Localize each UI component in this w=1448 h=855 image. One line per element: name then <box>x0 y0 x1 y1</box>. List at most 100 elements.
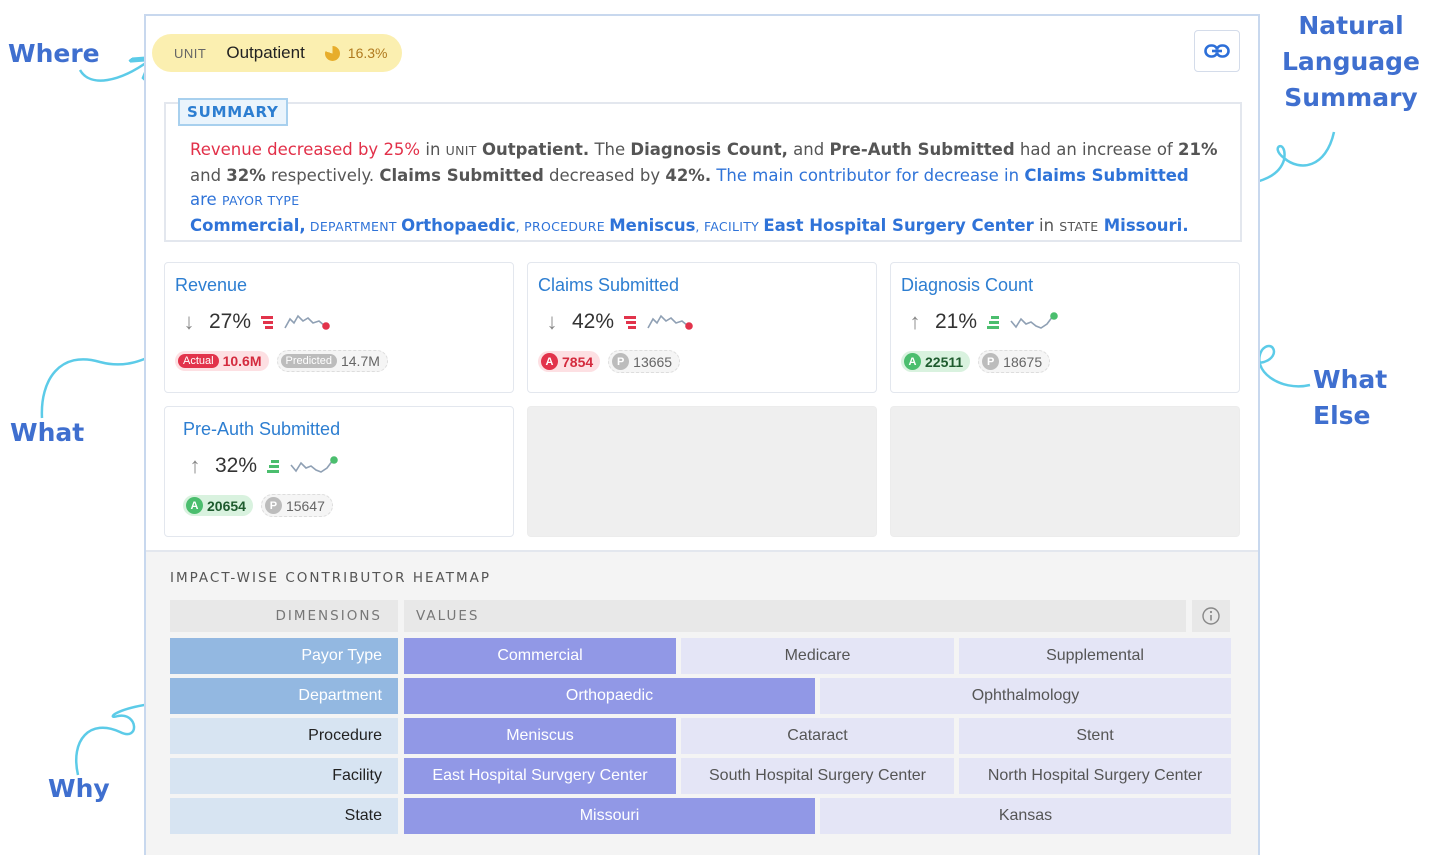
summary-dim-value-link[interactable]: Meniscus <box>609 216 695 235</box>
actual-value: 10.6M <box>222 353 262 369</box>
card-change-row: ↓ 42% <box>542 309 696 335</box>
heatmap-cell[interactable]: Missouri <box>404 798 815 834</box>
predicted-value: 13665 <box>633 353 673 370</box>
summary-dim-label: state <box>1059 218 1099 234</box>
actual-label: A <box>186 497 203 514</box>
actual-value: 7854 <box>562 353 594 370</box>
annotation-nls-line3: Summary <box>1284 83 1418 112</box>
summary-contributor-text: are <box>190 190 222 209</box>
sparkline-icon <box>647 314 693 330</box>
actual-value: 20654 <box>207 497 246 514</box>
trend-flag-icon <box>624 316 637 329</box>
summary-text-part: in <box>420 140 446 159</box>
heatmap-cell[interactable]: Kansas <box>820 798 1231 834</box>
unit-share-pct: 16.3% <box>347 45 388 61</box>
summary-dim-label: payor type <box>221 193 300 208</box>
heatmap-cell[interactable]: South Hospital Surgery Center <box>681 758 954 794</box>
unit-chip[interactable]: UNIT Outpatient 16.3% <box>152 34 402 72</box>
metric-card-diagnosis-count[interactable]: Diagnosis Count ↑ 21% A 22511 P 18675 <box>890 262 1240 393</box>
arrow-down-icon: ↓ <box>183 309 195 334</box>
summary-dim-value-link[interactable]: Missouri. <box>1104 216 1189 235</box>
heatmap-cell[interactable]: Supplemental <box>959 638 1231 674</box>
trend-flag-icon <box>267 460 280 473</box>
card-change-pct: 27% <box>209 310 252 333</box>
predicted-label: P <box>982 353 1000 370</box>
arrow-down-icon: ↓ <box>546 309 558 334</box>
heatmap-cell[interactable]: Stent <box>959 718 1231 754</box>
summary-dim-label: department <box>305 218 402 234</box>
card-values: A 7854 P 13665 <box>538 350 681 373</box>
actual-badge: A 7854 <box>538 351 601 372</box>
heatmap-info-button[interactable] <box>1192 600 1230 632</box>
heatmap-cell[interactable]: Meniscus <box>404 718 676 754</box>
metric-card-revenue[interactable]: Revenue ↓ 27% Actual 10.6M Predicted 14.… <box>164 262 514 393</box>
pie-chart-icon <box>324 45 340 61</box>
annotation-what: What <box>10 418 85 447</box>
predicted-badge: Predicted 14.7M <box>276 350 388 372</box>
heatmap-cell[interactable]: East Hospital Survgery Center <box>404 758 676 794</box>
predicted-value: 18675 <box>1003 353 1043 370</box>
sparkline-endpoint <box>1050 312 1058 320</box>
heatmap-dimension-procedure[interactable]: Procedure <box>170 718 398 754</box>
sparkline-endpoint <box>685 322 693 330</box>
heatmap-dimension-state[interactable]: State <box>170 798 398 834</box>
summary-metric: Pre-Auth Submitted <box>829 140 1015 159</box>
heatmap-dimension-payor-type[interactable]: Payor Type <box>170 638 398 674</box>
predicted-label: Predicted <box>280 354 337 368</box>
heatmap-cell[interactable]: Commercial <box>404 638 676 674</box>
predicted-badge: P 18675 <box>978 350 1051 373</box>
heatmap-cell[interactable]: Cataract <box>681 718 954 754</box>
actual-label: A <box>541 353 558 370</box>
arrow-up-icon: ↑ <box>909 309 921 334</box>
summary-text-part: in <box>1033 215 1060 235</box>
heatmap-dimension-department[interactable]: Department <box>170 678 398 714</box>
sparkline-icon <box>290 456 338 473</box>
sparkline-path <box>647 314 689 329</box>
predicted-badge: P 15647 <box>260 494 333 517</box>
empty-card-slot <box>890 406 1240 537</box>
card-title: Diagnosis Count <box>901 275 1034 295</box>
sparkline-path <box>284 314 326 329</box>
card-change-row: ↑ 32% <box>185 453 339 479</box>
summary-dim-value-link[interactable]: East Hospital Surgery Center <box>763 216 1033 235</box>
summary-change: decreased by 25% <box>267 140 421 159</box>
summary-dim-value-link[interactable]: Orthopaedic <box>401 216 516 235</box>
card-values: A 22511 P 18675 <box>901 350 1051 373</box>
summary-metric-link[interactable]: Claims Submitted <box>1024 166 1188 185</box>
unit-share: 16.3% <box>324 45 388 61</box>
heatmap-cell[interactable]: Ophthalmology <box>820 678 1231 714</box>
heatmap-cell[interactable]: Orthopaedic <box>404 678 815 714</box>
summary-change: 21% <box>1177 140 1218 159</box>
card-change-row: ↑ 21% <box>905 309 1059 335</box>
summary-change: 32% <box>226 165 266 185</box>
card-change-pct: 42% <box>572 310 615 333</box>
heatmap-dimension-facility[interactable]: Facility <box>170 758 398 794</box>
actual-badge: Actual 10.6M <box>175 351 269 371</box>
sparkline-endpoint <box>330 456 338 464</box>
summary-text: Revenue decreased by 25% in unit Outpati… <box>190 138 1220 239</box>
annotation-natural-language-summary: Natural Language Summary <box>1276 8 1426 116</box>
actual-badge: A 20654 <box>183 495 253 516</box>
copy-link-button[interactable] <box>1194 30 1240 72</box>
summary-dim-value-link[interactable]: Commercial, <box>190 216 306 235</box>
heatmap-cell[interactable]: North Hospital Surgery Center <box>959 758 1231 794</box>
predicted-label: P <box>264 497 282 514</box>
card-title: Pre-Auth Submitted <box>183 419 341 439</box>
summary-text-part: had an increase of <box>1014 140 1178 159</box>
link-icon <box>1204 44 1230 58</box>
summary-dim-label: , facility <box>695 218 764 234</box>
heatmap-header-dimensions: DIMENSIONS <box>170 600 398 632</box>
heatmap-cell[interactable]: Medicare <box>681 638 954 674</box>
summary-change: 42%. <box>665 165 712 185</box>
empty-card-slot <box>527 406 877 537</box>
annotation-what-else: What Else <box>1313 365 1388 430</box>
annotation-nls-line2: Language <box>1281 47 1420 76</box>
summary-metric: Revenue <box>190 140 262 159</box>
metric-card-pre-auth-submitted[interactable]: Pre-Auth Submitted ↑ 32% A 20654 P 15647 <box>164 406 514 537</box>
metric-card-claims-submitted[interactable]: Claims Submitted ↓ 42% A 7854 P 13665 <box>527 262 877 393</box>
card-title: Claims Submitted <box>538 275 680 295</box>
sparkline-endpoint <box>322 322 330 330</box>
card-values: A 20654 P 15647 <box>183 494 333 517</box>
sparkline-icon <box>1010 312 1058 329</box>
card-change-pct: 32% <box>215 454 258 477</box>
